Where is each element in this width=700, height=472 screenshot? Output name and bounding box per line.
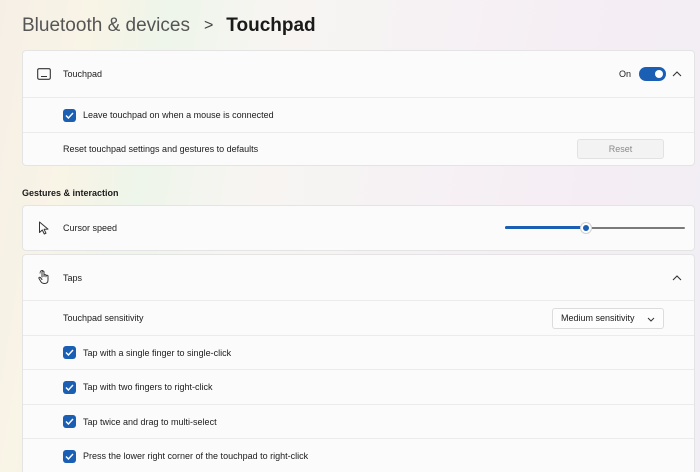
lower-right-corner-checkbox[interactable] (63, 449, 76, 463)
chevron-down-icon (647, 309, 655, 327)
chevron-up-icon[interactable] (671, 272, 683, 284)
tap-option-row: Tap with a single finger to single-click (23, 335, 694, 369)
touchpad-card: Touchpad On Leave touchpad on when a mou… (22, 50, 695, 166)
tap-option-label: Press the lower right corner of the touc… (83, 451, 309, 461)
slider-fill (505, 226, 586, 229)
leave-touchpad-on-row: Leave touchpad on when a mouse is connec… (23, 97, 694, 132)
touchpad-icon (36, 66, 52, 82)
reset-label: Reset touchpad settings and gestures to … (63, 144, 259, 154)
toggle-state-label: On (618, 69, 631, 79)
touchpad-toggle[interactable] (639, 67, 666, 81)
tap-option-row: Tap with two fingers to right-click (23, 369, 694, 404)
cursor-speed-slider[interactable] (505, 222, 685, 234)
taps-card: Taps Touchpad sensitivity Medium sensiti… (22, 254, 695, 472)
touchpad-sensitivity-label: Touchpad sensitivity (63, 313, 144, 323)
cursor-icon (36, 220, 52, 236)
sensitivity-dropdown[interactable]: Medium sensitivity (552, 307, 664, 329)
taps-header-row[interactable]: Taps (23, 255, 694, 300)
cursor-speed-row: Cursor speed (23, 206, 694, 250)
breadcrumb-separator: > (203, 17, 214, 34)
cursor-speed-label: Cursor speed (63, 223, 118, 233)
leave-touchpad-on-label: Leave touchpad on when a mouse is connec… (83, 110, 274, 120)
page-title: Touchpad (226, 15, 316, 36)
gestures-section-title: Gestures & interaction (22, 188, 119, 198)
tap-hand-icon (36, 270, 52, 286)
touchpad-sensitivity-row: Touchpad sensitivity Medium sensitivity (23, 300, 694, 335)
reset-button[interactable]: Reset (577, 139, 664, 159)
tap-option-label: Tap with a single finger to single-click (83, 347, 232, 358)
tap-twice-drag-checkbox[interactable] (63, 415, 76, 428)
leave-touchpad-on-checkbox[interactable] (63, 108, 76, 122)
tap-option-row: Press the lower right corner of the touc… (23, 438, 694, 472)
sensitivity-selected-value: Medium sensitivity (561, 313, 635, 323)
tap-option-label: Tap with two fingers to right-click (83, 382, 213, 392)
touchpad-label: Touchpad (63, 69, 103, 79)
reset-row: Reset touchpad settings and gestures to … (23, 132, 694, 165)
taps-label: Taps (63, 272, 83, 283)
cursor-speed-card: Cursor speed (22, 205, 695, 251)
breadcrumb-parent-link[interactable]: Bluetooth & devices (22, 15, 190, 37)
breadcrumb: Bluetooth & devices > Touchpad (22, 12, 316, 40)
chevron-up-icon[interactable] (671, 68, 683, 80)
tap-option-row: Tap twice and drag to multi-select (23, 404, 694, 438)
touchpad-toggle-group: On (619, 67, 666, 81)
touchpad-header-row[interactable]: Touchpad On (23, 51, 694, 97)
tap-single-finger-checkbox[interactable] (63, 346, 76, 359)
tap-two-fingers-checkbox[interactable] (63, 380, 76, 394)
tap-option-label: Tap twice and drag to multi-select (83, 416, 217, 427)
slider-thumb[interactable] (580, 222, 592, 234)
